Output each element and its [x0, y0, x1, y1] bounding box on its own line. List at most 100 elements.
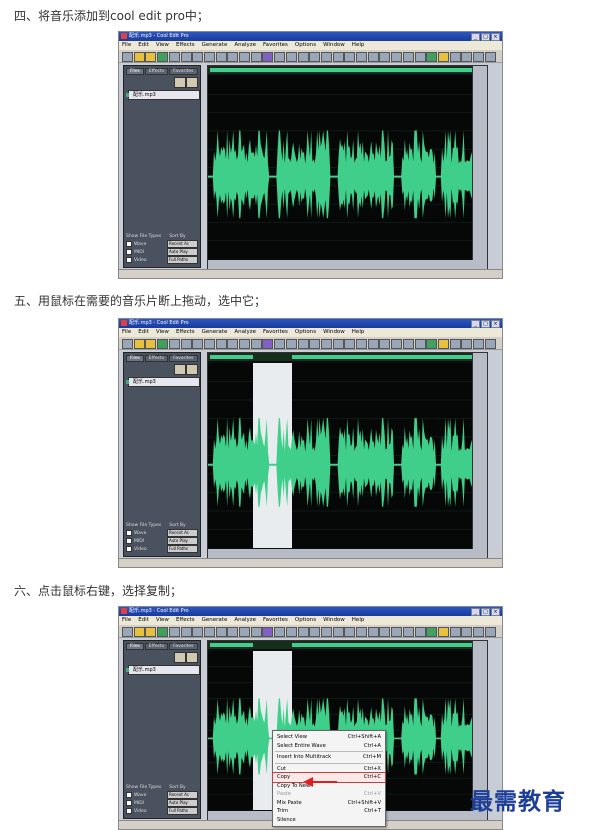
toolbar-button[interactable]: [168, 52, 180, 62]
toolbar-button[interactable]: [461, 627, 473, 637]
toolbar-button[interactable]: [426, 339, 438, 349]
menu-item-edit[interactable]: Edit: [138, 41, 149, 50]
toolbar-button[interactable]: [239, 52, 250, 62]
toolbar-button[interactable]: [344, 339, 356, 349]
overview-bar[interactable]: [208, 66, 487, 74]
toolbar-button[interactable]: [356, 339, 367, 349]
toolbar-button[interactable]: [122, 339, 133, 349]
context-menu-silence[interactable]: Silence: [273, 816, 385, 825]
toolbar-button[interactable]: [122, 52, 133, 62]
sort-by-dropdown[interactable]: Recent Ac: [167, 240, 198, 248]
toolbar-button[interactable]: [332, 627, 344, 637]
toolbar-button[interactable]: [449, 52, 461, 62]
toolbar-button[interactable]: [239, 627, 250, 637]
file-list-item[interactable]: 配乐.mp3: [126, 377, 200, 387]
toolbar-button[interactable]: [297, 339, 309, 349]
toolbar-button[interactable]: [414, 339, 426, 349]
file-type-checkbox[interactable]: [126, 538, 132, 544]
toolbar-button[interactable]: [391, 339, 403, 349]
auto-play-button[interactable]: Auto Play: [167, 537, 198, 545]
menu-item-file[interactable]: File: [122, 616, 131, 625]
menu-item-effects[interactable]: Effects: [176, 616, 195, 625]
waveform-canvas[interactable]: [208, 363, 487, 548]
open-file-icon[interactable]: [174, 364, 186, 375]
toolbar-button[interactable]: [356, 627, 367, 637]
context-menu-mix-paste[interactable]: Mix Paste Ctrl+Shift+V: [273, 799, 385, 808]
toolbar-button[interactable]: [203, 627, 215, 637]
panel-tab-files[interactable]: Files: [126, 643, 144, 650]
panel-tab-favorites[interactable]: Favorites: [169, 68, 198, 75]
toolbar-button[interactable]: [168, 627, 180, 637]
open-file-icon[interactable]: [174, 77, 186, 88]
toolbar-button[interactable]: [133, 627, 145, 637]
full-paths-button[interactable]: Full Paths: [167, 256, 198, 264]
toolbar-button[interactable]: [180, 339, 192, 349]
toolbar-button[interactable]: [145, 52, 157, 62]
toolbar-button[interactable]: [203, 52, 215, 62]
sort-by-dropdown[interactable]: Recent Ac: [167, 791, 198, 799]
toolbar-button[interactable]: [274, 339, 286, 349]
file-type-checkbox[interactable]: [126, 257, 132, 263]
minimize-button[interactable]: _: [471, 608, 480, 616]
toolbar-button[interactable]: [426, 52, 438, 62]
file-type-checkbox[interactable]: [126, 800, 132, 806]
menu-item-generate[interactable]: Generate: [202, 616, 228, 625]
minimize-button[interactable]: _: [471, 320, 480, 328]
toolbar-button[interactable]: [391, 627, 403, 637]
file-type-checkbox[interactable]: [126, 530, 132, 536]
toolbar-button[interactable]: [402, 52, 414, 62]
menu-item-effects[interactable]: Effects: [176, 328, 195, 337]
panel-tab-favorites[interactable]: Favorites: [169, 355, 198, 362]
toolbar-button[interactable]: [145, 627, 157, 637]
toolbar-button[interactable]: [332, 52, 344, 62]
toolbar-button[interactable]: [391, 52, 403, 62]
toolbar-button[interactable]: [180, 52, 192, 62]
toolbar-button[interactable]: [309, 627, 321, 637]
menu-item-help[interactable]: Help: [352, 41, 365, 50]
close-file-icon[interactable]: [186, 77, 198, 88]
file-type-checkbox[interactable]: [126, 546, 132, 552]
overview-bar[interactable]: [208, 641, 487, 649]
toolbar-button[interactable]: [402, 339, 414, 349]
toolbar-button[interactable]: [250, 339, 262, 349]
panel-tab-effects[interactable]: Effects: [144, 643, 169, 650]
toolbar-button[interactable]: [414, 627, 426, 637]
menu-item-analyze[interactable]: Analyze: [234, 616, 256, 625]
toolbar-button[interactable]: [461, 52, 473, 62]
panel-tab-effects[interactable]: Effects: [144, 355, 169, 362]
menu-item-edit[interactable]: Edit: [138, 328, 149, 337]
close-file-icon[interactable]: [186, 652, 198, 663]
toolbar-button[interactable]: [215, 339, 227, 349]
overview-bar[interactable]: [208, 353, 487, 361]
toolbar-button[interactable]: [414, 52, 426, 62]
menu-item-view[interactable]: View: [156, 41, 169, 50]
panel-tab-files[interactable]: Files: [126, 68, 144, 75]
menu-item-favorites[interactable]: Favorites: [263, 41, 288, 50]
toolbar-button[interactable]: [215, 627, 227, 637]
toolbar-button[interactable]: [133, 339, 145, 349]
context-menu-paste[interactable]: Paste Ctrl+V: [273, 790, 385, 799]
toolbar-button[interactable]: [473, 52, 484, 62]
file-list-item[interactable]: 配乐.mp3: [126, 90, 200, 100]
toolbar-button[interactable]: [402, 627, 414, 637]
menu-item-help[interactable]: Help: [352, 616, 365, 625]
menu-item-file[interactable]: File: [122, 41, 131, 50]
toolbar-button[interactable]: [157, 339, 169, 349]
auto-play-button[interactable]: Auto Play: [167, 248, 198, 256]
toolbar-button[interactable]: [473, 627, 484, 637]
toolbar-button[interactable]: [437, 52, 449, 62]
toolbar-button[interactable]: [250, 52, 262, 62]
menu-item-help[interactable]: Help: [352, 328, 365, 337]
context-menu-insert-into-multitrack[interactable]: Insert Into Multitrack Ctrl+M: [273, 753, 385, 762]
close-file-icon[interactable]: [186, 364, 198, 375]
toolbar-button[interactable]: [461, 339, 473, 349]
toolbar-button[interactable]: [239, 339, 250, 349]
close-button[interactable]: ×: [491, 33, 500, 41]
toolbar-button[interactable]: [227, 627, 239, 637]
toolbar-button[interactable]: [192, 339, 204, 349]
menu-item-generate[interactable]: Generate: [202, 328, 228, 337]
toolbar-button[interactable]: [356, 52, 367, 62]
menu-item-favorites[interactable]: Favorites: [263, 616, 288, 625]
toolbar-button[interactable]: [192, 52, 204, 62]
menu-item-analyze[interactable]: Analyze: [234, 41, 256, 50]
